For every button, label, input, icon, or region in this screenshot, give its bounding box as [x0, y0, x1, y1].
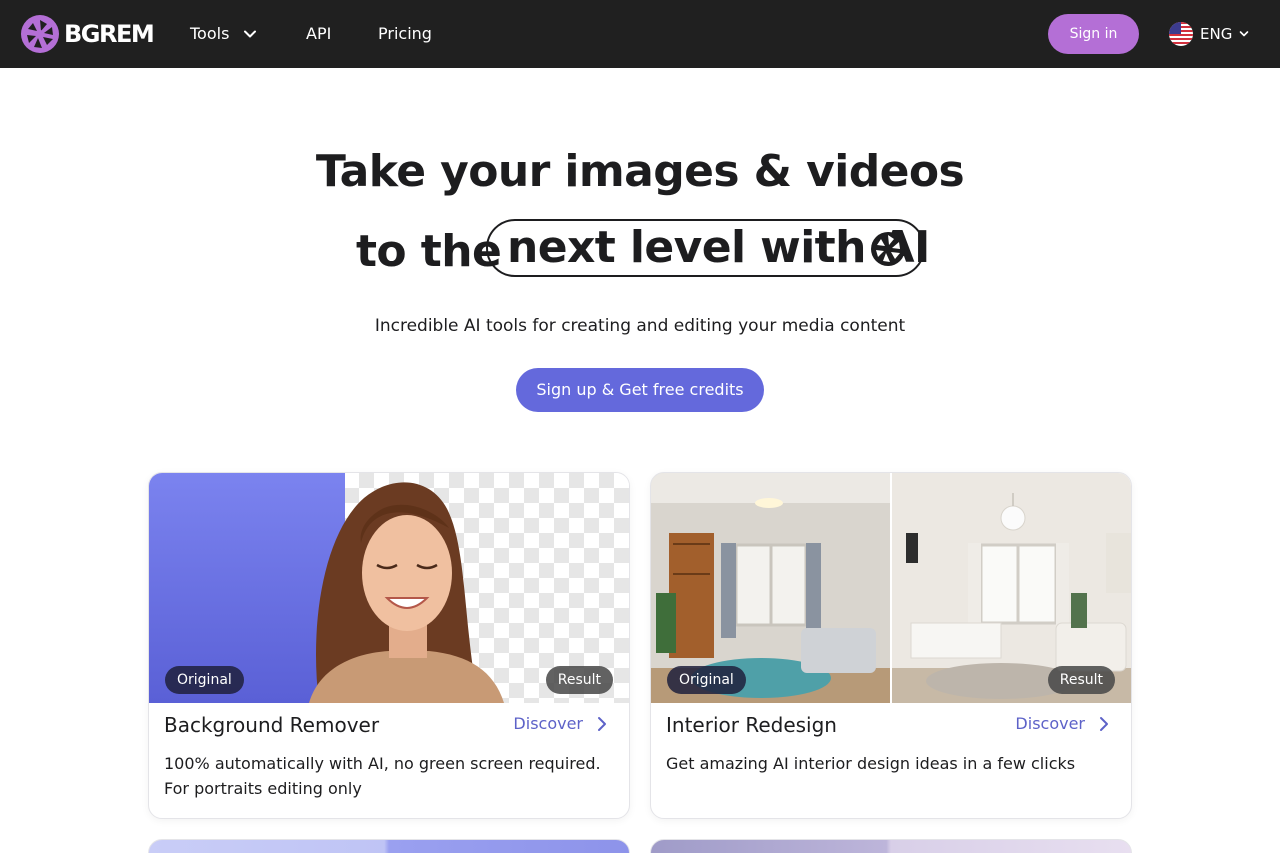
nav-pricing-link[interactable]: Pricing — [378, 22, 432, 46]
card-description: Get amazing AI interior design ideas in … — [666, 754, 1076, 773]
hero-title-line-2-lead: to the — [356, 226, 502, 277]
language-selector[interactable]: ENG — [1169, 21, 1250, 47]
tool-card-partial[interactable] — [148, 839, 630, 853]
us-flag-icon — [1169, 22, 1193, 46]
original-tag: Original — [165, 666, 244, 694]
chevron-right-icon — [1100, 717, 1108, 731]
nav-api-link[interactable]: API — [306, 22, 331, 46]
language-label: ENG — [1200, 25, 1233, 43]
nav-tools-label: Tools — [190, 24, 230, 43]
discover-link-label: Discover — [513, 714, 583, 733]
result-tag: Result — [1047, 666, 1115, 694]
top-navigation-bar: BGREM Tools API Pricing Sign in ENG — [0, 0, 1280, 68]
result-tag: Result — [545, 666, 613, 694]
aperture-icon — [871, 232, 905, 266]
original-tag: Original — [667, 666, 746, 694]
sign-up-cta-button[interactable]: Sign up & Get free credits — [516, 368, 764, 412]
hero-title-line-1: Take your images & videos — [315, 146, 965, 197]
tool-card-background-remover[interactable]: Original Result Background Remover Disco… — [148, 472, 630, 819]
card-title: Interior Redesign — [666, 713, 837, 737]
hero-highlight-pill: next level with AI — [486, 219, 930, 277]
tool-card-interior-redesign[interactable]: Original Result Interior Redesign Discov… — [650, 472, 1132, 819]
chevron-right-icon — [598, 717, 606, 731]
brand-name: BGREM — [64, 20, 155, 48]
hero-subtitle: Incredible AI tools for creating and edi… — [374, 316, 906, 336]
card-description: 100% automatically with AI, no green scr… — [164, 754, 601, 798]
chevron-down-icon — [1240, 31, 1249, 37]
aperture-logo-icon — [21, 15, 59, 53]
tool-card-partial[interactable] — [650, 839, 1132, 853]
nav-tools-dropdown[interactable]: Tools — [190, 22, 257, 46]
discover-link[interactable]: Discover — [1015, 712, 1111, 736]
discover-link-label: Discover — [1015, 714, 1085, 733]
card-title: Background Remover — [164, 713, 380, 737]
chevron-down-icon — [244, 30, 257, 38]
discover-link[interactable]: Discover — [513, 712, 609, 736]
sign-in-button[interactable]: Sign in — [1048, 14, 1139, 54]
brand-logo[interactable]: BGREM — [20, 14, 155, 54]
hero-highlight-text: next level with AI — [507, 222, 930, 273]
